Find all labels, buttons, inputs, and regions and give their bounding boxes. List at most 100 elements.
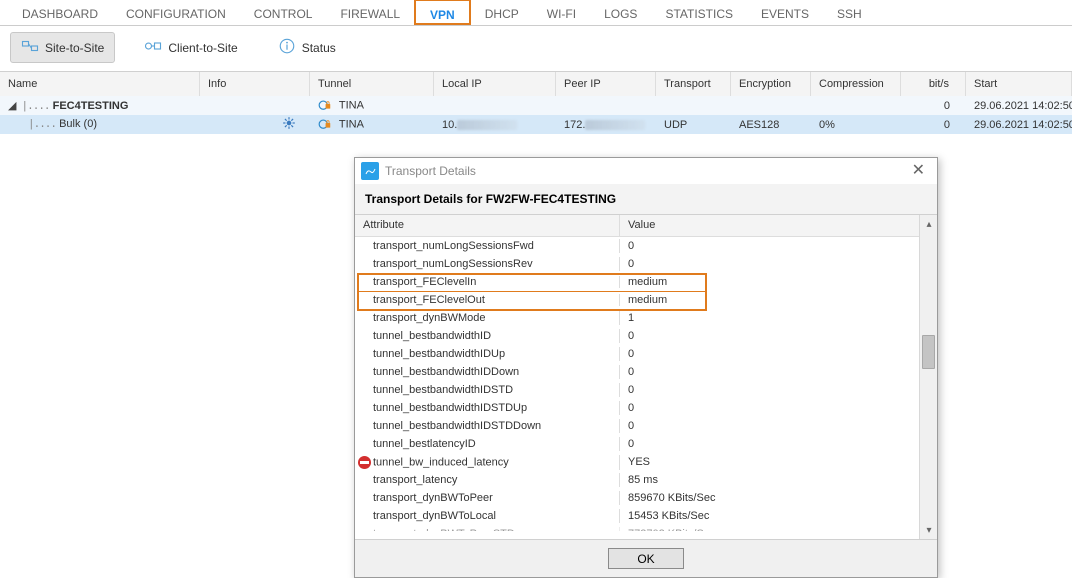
col-encryption[interactable]: Encryption (731, 72, 811, 96)
col-tunnel[interactable]: Tunnel (310, 72, 434, 96)
row-peer-ip: 172. (564, 119, 585, 131)
attr-header: Attribute Value (355, 215, 919, 237)
attr-name: transport_latency (355, 473, 620, 487)
attr-value: 85 ms (620, 473, 919, 487)
grid-header: Name Info Tunnel Local IP Peer IP Transp… (0, 72, 1072, 96)
tab-wifi[interactable]: WI-FI (533, 0, 590, 26)
tab-dhcp[interactable]: DHCP (471, 0, 533, 26)
dialog-titlebar[interactable]: Transport Details ✕ (355, 158, 937, 184)
expand-triangle-icon[interactable]: ◢ (8, 99, 16, 112)
attr-value: 0 (620, 347, 919, 361)
table-row[interactable]: ◢ |.... FEC4TESTING TINA 0 29.06.2021 14… (0, 96, 1072, 115)
attr-rows: transport_numLongSessionsFwd0transport_n… (355, 237, 919, 531)
attr-value: 772702 KBits/Sec (620, 527, 919, 531)
table-row[interactable]: |.... Bulk (0) TINA 10. 172. UDP AES128 … (0, 115, 1072, 134)
attr-row[interactable]: tunnel_bestbandwidthIDSTDDown0 (355, 417, 919, 435)
tab-configuration[interactable]: CONFIGURATION (112, 0, 240, 26)
row-encryption: AES128 (731, 117, 811, 133)
tab-events[interactable]: EVENTS (747, 0, 823, 26)
attr-name: transport_numLongSessionsRev (355, 257, 620, 271)
row-start: 29.06.2021 14:02:50 (966, 117, 1072, 133)
col-info[interactable]: Info (200, 72, 310, 96)
attr-value: 0 (620, 401, 919, 415)
row-bits: 0 (901, 98, 966, 114)
attr-col-value[interactable]: Value (620, 215, 919, 236)
col-name[interactable]: Name (0, 72, 200, 96)
attr-row[interactable]: transport_latency85 ms (355, 471, 919, 489)
tab-statistics[interactable]: STATISTICS (651, 0, 747, 26)
tab-logs[interactable]: LOGS (590, 0, 651, 26)
col-compression[interactable]: Compression (811, 72, 901, 96)
attr-row[interactable]: tunnel_bestlatencyID0 (355, 435, 919, 453)
attr-row[interactable]: transport_dynBWMode1 (355, 309, 919, 327)
attr-name: transport_dynBWToPeerSTD (355, 527, 620, 531)
tab-dashboard[interactable]: DASHBOARD (8, 0, 112, 26)
attr-value: 15453 KBits/Sec (620, 509, 919, 523)
scroll-up-icon[interactable]: ▴ (920, 215, 937, 233)
attr-name: transport_FEClevelIn (355, 276, 620, 288)
attr-name: transport_dynBWToLocal (355, 509, 620, 523)
attr-row[interactable]: transport_dynBWToPeerSTD772702 KBits/Sec (355, 525, 919, 531)
vpn-sub-toolbar: Site-to-Site Client-to-Site Status (0, 26, 1072, 71)
attr-name: transport_FEClevelOut (355, 294, 620, 306)
info-icon (278, 37, 296, 58)
attr-value: medium (620, 294, 919, 306)
row-tunnel: TINA (339, 118, 364, 130)
attr-name: tunnel_bestbandwidthIDDown (355, 365, 620, 379)
row-start: 29.06.2021 14:02:50 (966, 98, 1072, 114)
no-entry-icon (358, 456, 371, 469)
attr-row[interactable]: tunnel_bestbandwidthIDSTDUp0 (355, 399, 919, 417)
tree-line: |.... (22, 101, 50, 113)
client-to-site-button[interactable]: Client-to-Site (133, 32, 248, 63)
attr-row[interactable]: tunnel_bestbandwidthID0 (355, 327, 919, 345)
tab-control[interactable]: CONTROL (240, 0, 327, 26)
attr-row[interactable]: tunnel_bw_induced_latencyYES (355, 453, 919, 471)
scroll-down-icon[interactable]: ▾ (920, 521, 937, 539)
dialog-title: Transport Details (385, 164, 476, 178)
tree-line: |.... (28, 119, 56, 131)
tab-firewall[interactable]: FIREWALL (326, 0, 414, 26)
gear-icon[interactable] (282, 116, 296, 133)
scroll-thumb[interactable] (922, 335, 935, 369)
attr-row[interactable]: transport_numLongSessionsFwd0 (355, 237, 919, 255)
ok-button[interactable]: OK (608, 548, 684, 569)
attr-value: 0 (620, 383, 919, 397)
lock-icon (318, 97, 332, 114)
tab-vpn[interactable]: VPN (414, 0, 471, 25)
redacted-ip (457, 120, 517, 130)
attr-row[interactable]: transport_dynBWToLocal15453 KBits/Sec (355, 507, 919, 525)
tab-ssh[interactable]: SSH (823, 0, 876, 26)
attr-value: 1 (620, 311, 919, 325)
status-button[interactable]: Status (267, 32, 347, 63)
vpn-tunnels-grid: Name Info Tunnel Local IP Peer IP Transp… (0, 71, 1072, 134)
client-to-site-icon (144, 37, 162, 58)
attr-row[interactable]: tunnel_bestbandwidthIDSTD0 (355, 381, 919, 399)
main-tab-bar: DASHBOARD CONFIGURATION CONTROL FIREWALL… (0, 0, 1072, 26)
row-bits: 0 (901, 117, 966, 133)
attr-value: 0 (620, 257, 919, 271)
dialog-footer: OK (355, 539, 937, 577)
attr-row[interactable]: tunnel_bestbandwidthIDUp0 (355, 345, 919, 363)
scrollbar[interactable]: ▴ ▾ (919, 215, 937, 539)
close-icon[interactable]: ✕ (908, 163, 929, 179)
col-transport[interactable]: Transport (656, 72, 731, 96)
client-to-site-label: Client-to-Site (168, 41, 237, 55)
col-bits[interactable]: bit/s (901, 72, 966, 96)
col-local-ip[interactable]: Local IP (434, 72, 556, 96)
attr-name: transport_dynBWMode (355, 311, 620, 325)
attr-row[interactable]: tunnel_bestbandwidthIDDown0 (355, 363, 919, 381)
attr-value: medium (620, 276, 919, 288)
attr-value: 0 (620, 419, 919, 433)
attr-value: YES (620, 455, 919, 469)
attr-name: tunnel_bestbandwidthIDSTD (355, 383, 620, 397)
attr-row[interactable]: transport_numLongSessionsRev0 (355, 255, 919, 273)
col-start[interactable]: Start (966, 72, 1072, 96)
attr-row[interactable]: transport_dynBWToPeer859670 KBits/Sec (355, 489, 919, 507)
lock-icon (318, 116, 332, 133)
col-peer-ip[interactable]: Peer IP (556, 72, 656, 96)
site-to-site-button[interactable]: Site-to-Site (10, 32, 115, 63)
attr-col-attribute[interactable]: Attribute (355, 215, 620, 236)
attr-row[interactable]: transport_FEClevelInmedium (355, 273, 919, 291)
attr-row[interactable]: transport_FEClevelOutmedium (355, 291, 919, 309)
row-compression: 0% (811, 117, 901, 133)
